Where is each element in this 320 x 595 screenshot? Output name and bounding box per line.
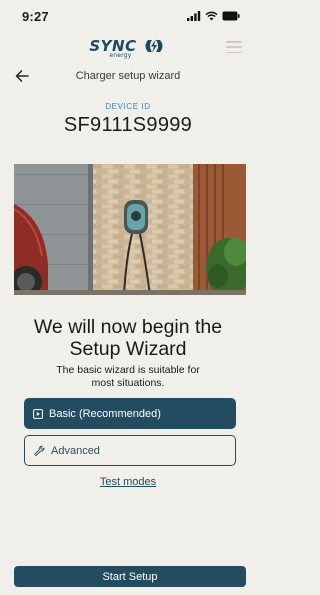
app-header: SYNC energy [0, 32, 256, 60]
wrench-icon [34, 445, 45, 456]
menu-icon-line [226, 41, 242, 43]
wizard-description: The basic wizard is suitable for most si… [56, 364, 200, 389]
page-title: Charger setup wizard [75, 70, 181, 82]
nav-bar: Charger setup wizard [0, 64, 256, 88]
back-arrow-icon[interactable] [13, 67, 31, 85]
start-setup-button[interactable]: Start Setup [14, 566, 246, 587]
advanced-option-label: Advanced [51, 444, 100, 457]
test-modes-link[interactable]: Test modes [0, 476, 256, 488]
charger-hero-image [14, 164, 246, 295]
advanced-option-button[interactable]: Advanced [24, 435, 236, 466]
start-setup-label: Start Setup [102, 570, 158, 583]
wizard-heading: We will now begin the Setup Wizard [33, 316, 223, 360]
battery-icon [222, 11, 240, 21]
signal-icon [187, 11, 201, 21]
menu-icon-line [226, 46, 242, 48]
basic-option-label: Basic (Recommended) [49, 407, 161, 420]
status-bar: 9:27 [0, 0, 256, 32]
menu-button[interactable] [226, 41, 242, 53]
logo-text: SYNC energy [89, 36, 137, 59]
wifi-icon [205, 11, 218, 21]
play-square-icon [33, 408, 43, 419]
device-id-label: DEVICE ID [105, 102, 151, 111]
status-icons [187, 11, 240, 21]
logo-mark-icon [145, 39, 163, 53]
sync-energy-logo: SYNC energy [89, 36, 166, 59]
basic-option-button[interactable]: Basic (Recommended) [24, 398, 236, 429]
logo-subtext: energy [109, 51, 132, 59]
status-time: 9:27 [22, 8, 49, 24]
device-id-value: SF9111S9999 [63, 114, 193, 136]
menu-icon-line [226, 51, 242, 53]
